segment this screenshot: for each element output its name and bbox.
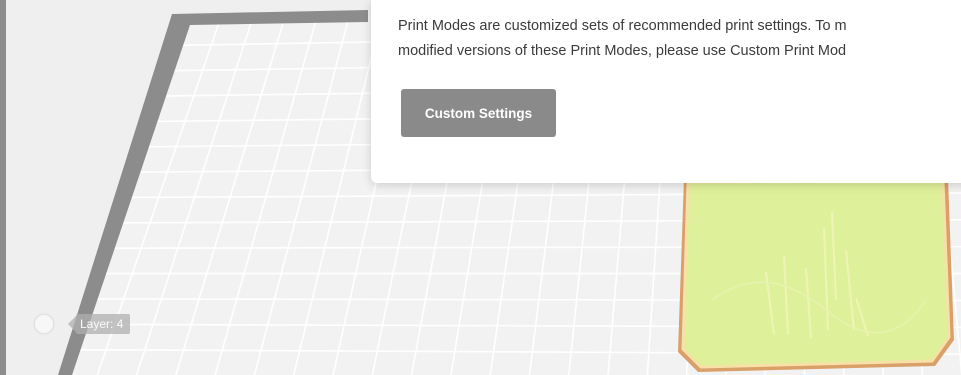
print-modes-description: Print Modes are customized sets of recom…: [398, 14, 961, 64]
custom-settings-button[interactable]: Custom Settings: [401, 89, 556, 137]
layer-indicator-arrow-icon: [68, 316, 76, 332]
description-line-2: modified versions of these Print Modes, …: [398, 43, 847, 59]
layer-slider-handle[interactable]: [34, 314, 54, 334]
layer-indicator-label: Layer: 4: [76, 314, 131, 334]
model-layer-preview: [678, 178, 954, 372]
layer-indicator: Layer: 4: [68, 314, 131, 334]
print-modes-popup: Print Modes are customized sets of recom…: [371, 0, 961, 183]
description-line-1: Print Modes are customized sets of recom…: [398, 18, 847, 34]
